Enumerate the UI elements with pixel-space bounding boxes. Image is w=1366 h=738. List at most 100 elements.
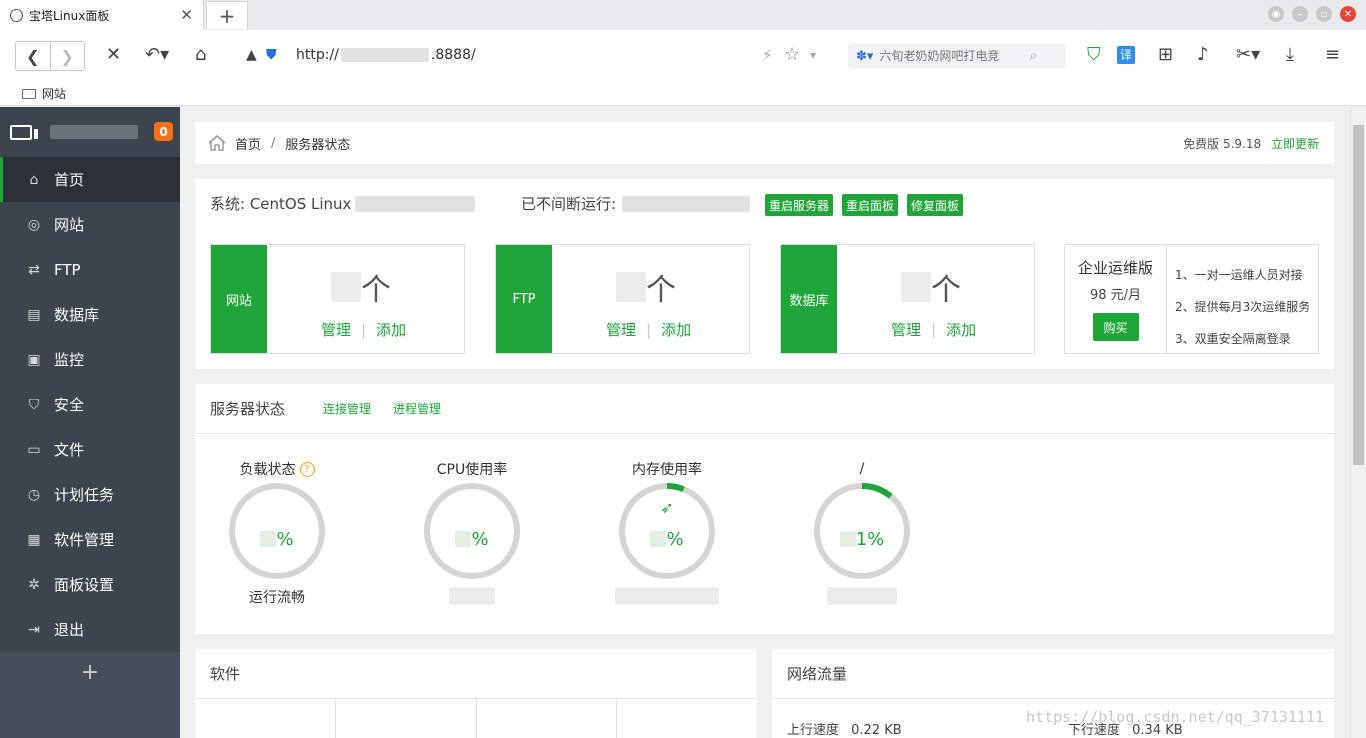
version-info: 免费版 5.9.18 立即更新 [1183,135,1319,152]
gauge-percent: % [225,529,329,550]
enterprise-price: 98 元/月 [1089,288,1142,303]
sidebar-item-label: 数据库 [54,306,100,324]
gauge-title-text: / [859,461,865,477]
scrollbar[interactable] [1350,107,1366,738]
search-input[interactable] [879,49,1030,63]
software-card: 软件 [195,649,757,738]
manage-link[interactable]: 管理 [891,321,921,339]
add-link[interactable]: 添加 [661,321,691,339]
restart-server-button[interactable]: 重启服务器 [765,194,834,216]
repair-panel-button[interactable]: 修复面板 [907,194,964,216]
minimize-icon[interactable]: – [1292,6,1308,22]
breadcrumb-home[interactable]: 首页 [235,134,261,153]
stop-icon[interactable]: ✕ [106,44,121,66]
lightning-icon[interactable]: ⚡ [762,44,773,66]
sidebar-item-9[interactable]: ✲ 面板设置 [0,562,180,607]
server-status-card: 服务器状态 连接管理 进程管理 负载状态?% 运行流畅 CPU使用率% 内存使用率 ➶%… [195,384,1334,634]
search-engine-icon[interactable]: ✽▾ [856,49,873,64]
search-icon[interactable]: ⌕ [1029,48,1037,64]
stat-box: 网站 个管理 | 添加 [210,244,465,354]
sidebar-item-label: FTP [54,260,81,279]
percent-redacted [455,531,472,547]
sidebar-item-1[interactable]: ◎ 网站 [0,202,180,247]
gauge-subtitle [810,587,914,607]
url-display[interactable]: http:// .8888/ [296,47,476,63]
sidebar-item-0[interactable]: ⌂ 首页 [0,157,180,202]
sidebar-item-label: 监控 [54,351,85,369]
count-redacted [901,272,931,302]
scroll-thumb[interactable] [1353,125,1364,465]
guard-shield-icon[interactable]: ⛉ [1087,44,1101,66]
buy-button[interactable]: 购买 [1092,313,1139,341]
sidebar-item-label: 软件管理 [54,531,115,549]
home-button-icon[interactable]: ⌂ [195,44,206,66]
translate-icon[interactable]: 译 [1117,46,1135,64]
gauge-title: 内存使用率 [615,459,719,479]
skin-icon[interactable]: ◉ [1268,6,1284,22]
restart-panel-button[interactable]: 重启面板 [842,194,899,216]
download-icon[interactable]: ⤓ [1286,44,1294,66]
gauge-subtitle [420,587,524,607]
uptime-label: 已不间断运行: [521,195,617,213]
sidebar-item-label: 文件 [54,441,85,459]
feature-item: 3、双重安全隔离登录 [1175,332,1291,346]
undo-icon[interactable]: ↶▾ [145,44,169,66]
sidebar-item-2[interactable]: ⇄ FTP [0,247,180,292]
apps-icon[interactable]: ⊞ [1158,44,1173,66]
process-manage-link[interactable]: 进程管理 [393,400,441,417]
site-security-icon[interactable]: ▲ [246,44,257,66]
gauge-title-text: CPU使用率 [436,462,508,478]
tab-close-icon[interactable]: ✕ [180,6,193,24]
sidebar-item-8[interactable]: ▦ 软件管理 [0,517,180,562]
manage-link[interactable]: 管理 [321,321,351,339]
connection-manage-link[interactable]: 连接管理 [323,400,371,417]
gauge: 内存使用率 ➶% [615,459,719,607]
update-link[interactable]: 立即更新 [1271,137,1319,151]
bookmarks-bar: 网站 [0,82,1366,106]
manage-link[interactable]: 管理 [606,321,636,339]
shield-check-icon[interactable]: ⛊ [266,44,277,66]
star-icon[interactable]: ☆ [784,44,800,66]
sidebar-item-6[interactable]: ▭ 文件 [0,427,180,472]
maximize-icon[interactable]: ▫ [1316,6,1332,22]
new-tab-button[interactable]: + [206,1,248,29]
add-link[interactable]: 添加 [376,321,406,339]
close-window-icon[interactable]: ✕ [1340,6,1356,22]
back-icon[interactable]: ❮ [16,42,50,70]
enterprise-title: 企业运维版 [1077,259,1153,277]
sidebar-item-5[interactable]: ⛉ 安全 [0,382,180,427]
speaker-icon[interactable]: ♪ [1197,44,1209,66]
tab-title: 宝塔Linux面板 [29,8,110,23]
add-link[interactable]: 添加 [946,321,976,339]
scissors-icon[interactable]: ✂▾ [1236,44,1260,66]
stat-links: 管理 | 添加 [891,319,976,340]
sidebar-item-4[interactable]: ▣ 监控 [0,337,180,382]
bookmark-folder[interactable]: 网站 [42,85,66,102]
gauge: CPU使用率% [420,459,524,607]
os-label: 系统: CentOS Linux [210,195,352,213]
url-prefix: http:// [296,47,339,63]
notification-badge[interactable]: 0 [154,122,173,141]
help-icon[interactable]: ? [299,461,315,477]
globe-icon: ◎ [27,216,41,233]
browser-tab[interactable]: 宝塔Linux面板 ✕ [0,0,204,30]
nav-buttons: ❮ ❯ [15,41,85,71]
folder-icon: ▭ [27,441,41,458]
rocket-icon[interactable]: ➶ [660,498,673,517]
main-content: 首页 / 服务器状态 免费版 5.9.18 立即更新 系统: CentOS Li… [180,107,1348,738]
home-icon[interactable] [207,134,227,152]
stat-unit: 个 [646,273,676,308]
chevron-down-icon[interactable]: ▾ [810,44,816,66]
sidebar-add-button[interactable]: + [0,652,180,738]
sidebar-item-label: 首页 [54,171,85,189]
network-title: 网络流量 [787,665,848,683]
sidebar-item-3[interactable]: ▤ 数据库 [0,292,180,337]
uptime-info: 已不间断运行: [521,193,751,214]
sidebar-item-10[interactable]: ⇥ 退出 [0,607,180,652]
forward-icon[interactable]: ❯ [49,42,85,70]
search-box[interactable]: ✽▾ ⌕ [848,43,1066,69]
database-icon: ▤ [27,306,41,323]
enterprise-features: 1、一对一运维人员对接 2、提供每月3次运维服务 3、双重安全隔离登录 [1175,259,1310,355]
sidebar-item-7[interactable]: ◷ 计划任务 [0,472,180,517]
menu-icon[interactable]: ≡ [1325,44,1340,66]
